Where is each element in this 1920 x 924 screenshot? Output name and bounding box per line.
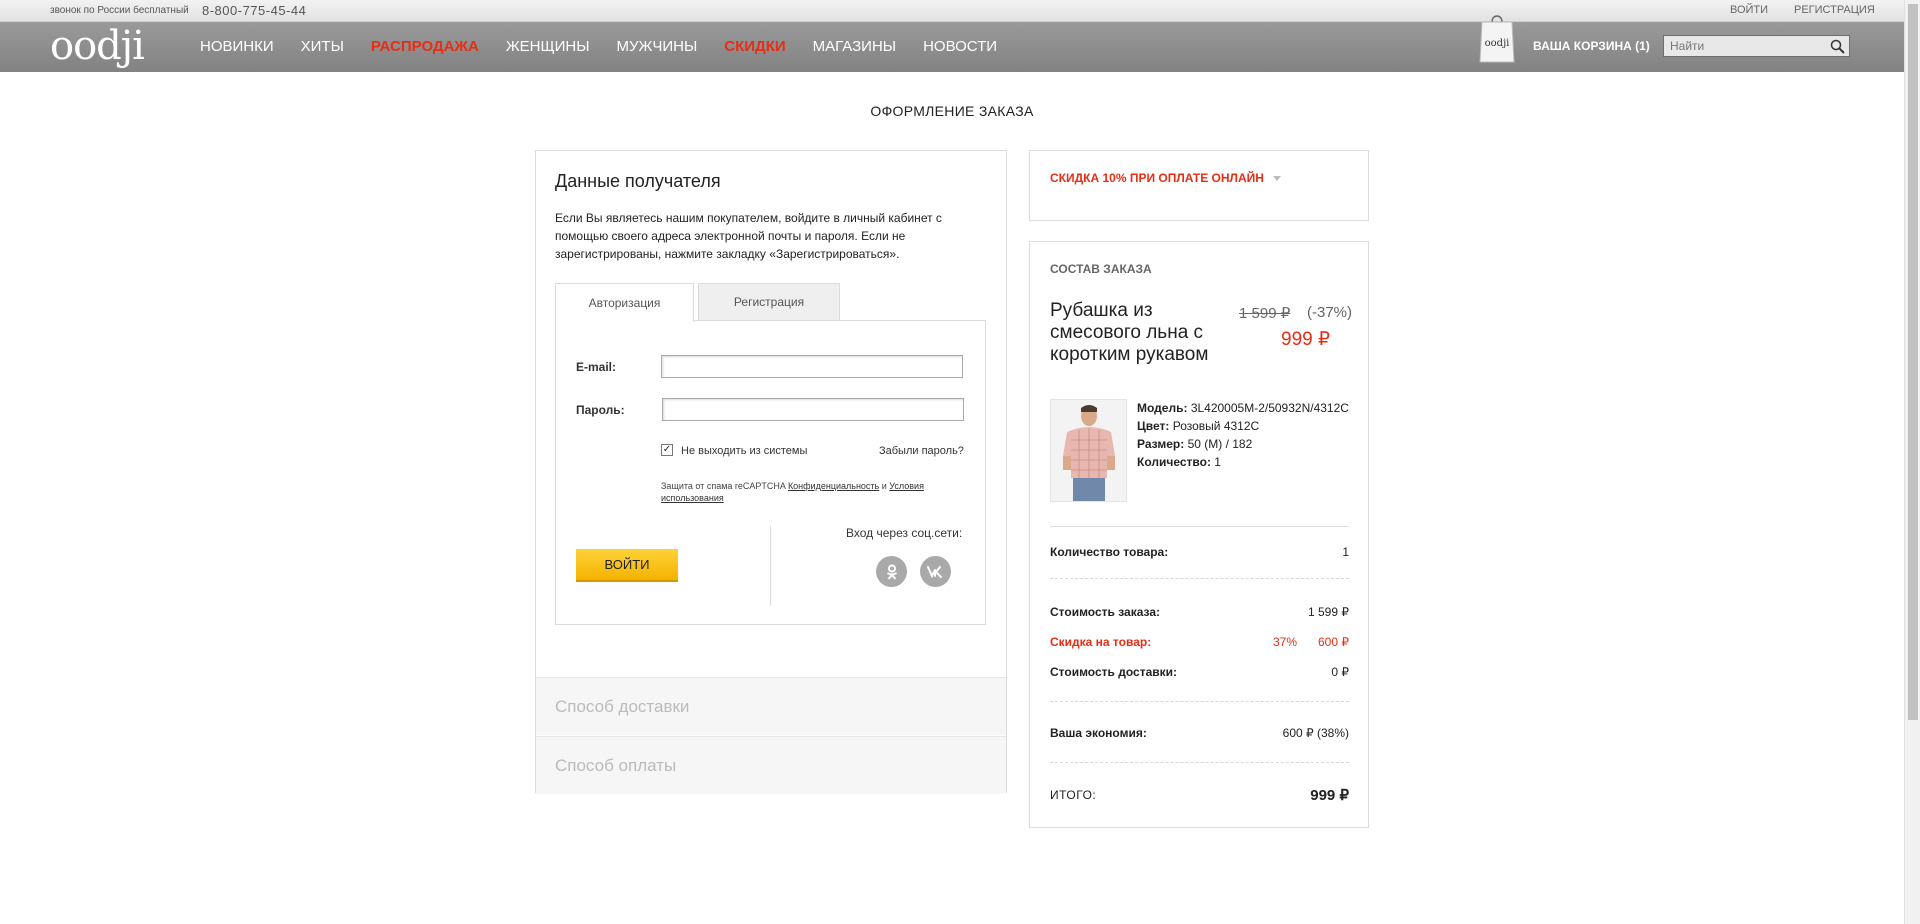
items-count-row: Количество товара: 1 <box>1050 545 1349 559</box>
chevron-down-icon[interactable] <box>1273 176 1281 181</box>
delivery-cost-row: Стоимость доставки: 0 ₽ <box>1050 665 1349 679</box>
social-login-label: Вход через соц.сети: <box>846 526 963 540</box>
vk-glyph <box>926 565 942 578</box>
qty-value: 1 <box>1214 455 1221 469</box>
nav-men[interactable]: МУЖЧИНЫ <box>616 38 697 55</box>
delivery-method-section[interactable]: Способ доставки <box>536 677 1006 735</box>
login-button[interactable]: ВОЙТИ <box>576 549 678 582</box>
captcha-prefix: Защита от спама reCAPTCHA <box>661 481 786 491</box>
delivery-cost-value: 0 ₽ <box>1331 665 1349 679</box>
payment-method-section[interactable]: Способ оплаты <box>536 736 1006 794</box>
main-navbar: oodji НОВИНКИ ХИТЫ РАСПРОДАЖА ЖЕНЩИНЫ МУ… <box>0 15 1904 72</box>
savings-row: Ваша экономия: 600 ₽ (38%) <box>1050 726 1349 740</box>
top-register-link[interactable]: РЕГИСТРАЦИЯ <box>1794 4 1875 16</box>
delivery-cost-label: Стоимость доставки: <box>1050 665 1178 679</box>
items-count-value: 1 <box>1342 545 1349 559</box>
top-login-link[interactable]: ВОЙТИ <box>1730 4 1768 16</box>
qty-label: Количество: <box>1137 455 1211 469</box>
page-title: ОФОРМЛЕНИЕ ЗАКАЗА <box>870 103 1034 119</box>
password-field[interactable] <box>662 398 964 421</box>
ok-icon[interactable] <box>876 556 907 587</box>
online-discount-promo[interactable]: СКИДКА 10% ПРИ ОПЛАТЕ ОНЛАЙН <box>1050 171 1264 185</box>
search-input[interactable] <box>1664 36 1824 56</box>
captcha-privacy-link[interactable]: Конфиденциальность <box>788 481 879 491</box>
order-cost-value: 1 599 ₽ <box>1308 605 1349 619</box>
color-value: Розовый 4312С <box>1172 419 1260 433</box>
tab-authorization[interactable]: Авторизация <box>555 283 694 322</box>
dashed-divider <box>1050 578 1349 579</box>
product-specs: Модель: 3L420005M-2/50932N/4312C Цвет: Р… <box>1137 399 1349 471</box>
email-field[interactable] <box>661 355 963 378</box>
free-call-text: звонок по России бесплатный <box>50 5 189 16</box>
password-label: Пароль: <box>576 403 625 417</box>
login-form: E-mail: Пароль: ✓ Не выходить из системы… <box>555 320 986 625</box>
model-value: 3L420005M-2/50932N/4312C <box>1190 401 1349 415</box>
recipient-description: Если Вы являетесь нашим покупателем, вой… <box>555 211 942 261</box>
vk-icon[interactable] <box>920 556 951 587</box>
total-row: ИТОГО: 999 ₽ <box>1050 787 1349 804</box>
nav-women[interactable]: ЖЕНЩИНЫ <box>506 38 590 55</box>
items-count-label: Количество товара: <box>1050 545 1169 559</box>
discount-percent-value: 37% <box>1272 635 1297 649</box>
summary-divider <box>1050 526 1349 527</box>
remember-checkbox[interactable]: ✓ <box>661 444 673 456</box>
order-title: СОСТАВ ЗАКАЗА <box>1050 262 1152 276</box>
captcha-and: и <box>881 481 887 491</box>
size-label: Размер: <box>1137 437 1185 451</box>
oodji-logo[interactable]: oodji <box>50 26 145 66</box>
search-box <box>1663 35 1850 57</box>
size-value: 50 (M) / 182 <box>1187 437 1253 451</box>
product-image[interactable] <box>1050 399 1127 502</box>
nav-stores[interactable]: МАГАЗИНЫ <box>813 38 896 55</box>
discount-label: Скидка на товар: <box>1050 635 1152 649</box>
bag-logo-text: oodji <box>1485 38 1510 49</box>
total-value: 999 ₽ <box>1310 787 1349 804</box>
order-summary: СОСТАВ ЗАКАЗА Рубашка из смесового льна … <box>1029 241 1369 828</box>
shopping-bag-icon[interactable]: oodji <box>1478 8 1516 64</box>
form-divider <box>770 526 771 606</box>
cart-link[interactable]: ВАША КОРЗИНА (1) <box>1533 39 1650 53</box>
nav-sale[interactable]: РАСПРОДАЖА <box>371 38 479 55</box>
order-cost-row: Стоимость заказа: 1 599 ₽ <box>1050 605 1349 619</box>
recaptcha-notice: Защита от спама reCAPTCHA Конфиденциальн… <box>661 480 971 504</box>
savings-label: Ваша экономия: <box>1050 726 1147 740</box>
remember-label: Не выходить из системы <box>681 445 808 457</box>
model-label: Модель: <box>1137 401 1188 415</box>
current-price: 999 ₽ <box>1281 329 1331 350</box>
dashed-divider <box>1050 701 1349 702</box>
odnoklassniki-glyph <box>886 564 897 580</box>
discount-amount: 600 ₽ <box>1318 635 1349 649</box>
nav-news[interactable]: НОВОСТИ <box>923 38 997 55</box>
nav-hits[interactable]: ХИТЫ <box>301 38 344 55</box>
main-nav: НОВИНКИ ХИТЫ РАСПРОДАЖА ЖЕНЩИНЫ МУЖЧИНЫ … <box>200 38 1024 55</box>
search-icon[interactable] <box>1830 39 1845 54</box>
color-label: Цвет: <box>1137 419 1170 433</box>
tab-registration[interactable]: Регистрация <box>698 283 840 321</box>
nav-new[interactable]: НОВИНКИ <box>200 38 274 55</box>
top-strip: звонок по России бесплатный 8-800-775-45… <box>0 0 1904 22</box>
discount-percent: (-37%) <box>1307 304 1353 321</box>
product-photo-illustration <box>1051 400 1126 501</box>
promo-panel[interactable]: СКИДКА 10% ПРИ ОПЛАТЕ ОНЛАЙН <box>1029 150 1369 221</box>
total-label: ИТОГО: <box>1050 788 1097 802</box>
discount-row: Скидка на товар: 37% 600 ₽ <box>1050 635 1349 649</box>
email-label: E-mail: <box>576 360 617 374</box>
nav-discounts[interactable]: СКИДКИ <box>724 38 785 55</box>
dashed-divider <box>1050 762 1349 763</box>
savings-value: 600 ₽ (38%) <box>1282 726 1349 740</box>
phone-number[interactable]: 8-800-775-45-44 <box>202 3 306 18</box>
old-price: 1 599 ₽ <box>1239 305 1291 322</box>
scrollbar-thumb[interactable] <box>1908 4 1918 720</box>
recipient-panel: Данные получателя Если Вы являетесь наши… <box>535 150 1007 794</box>
recipient-title: Данные получателя <box>555 171 721 191</box>
product-name[interactable]: Рубашка из смесового льна с коротким рук… <box>1050 300 1225 366</box>
page-scrollbar[interactable] <box>1904 0 1920 924</box>
forgot-password-link[interactable]: Забыли пароль? <box>879 445 964 457</box>
order-cost-label: Стоимость заказа: <box>1050 605 1161 619</box>
